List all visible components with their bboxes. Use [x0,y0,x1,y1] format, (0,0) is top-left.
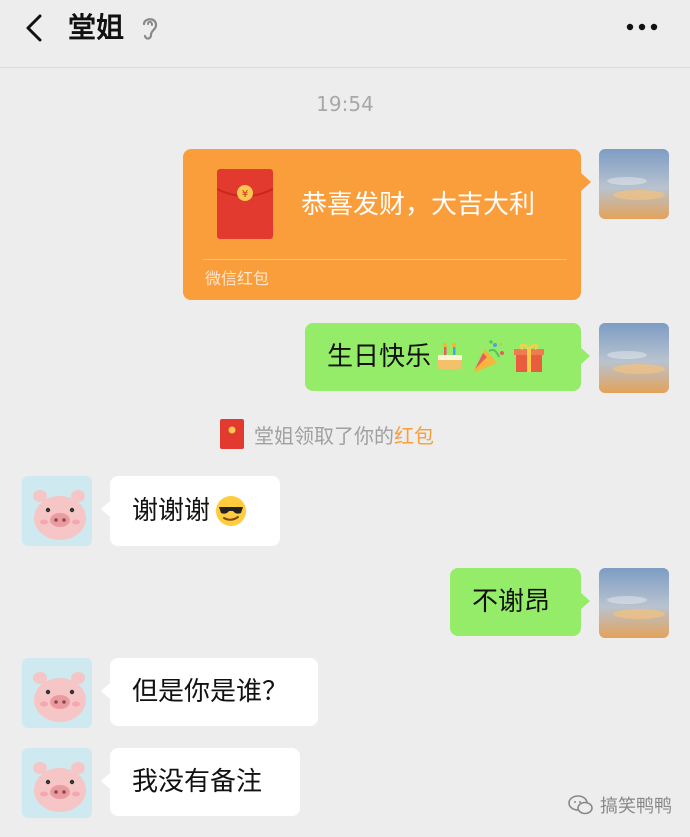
message-bubble-sent[interactable]: 不谢昂 [450,568,590,636]
ear-icon [142,18,158,40]
more-dots-icon[interactable] [622,12,662,42]
chat-title: 堂姐 [68,11,125,44]
message-text: 谢谢谢 [132,496,211,526]
message-bubble-received[interactable]: 谢谢谢 [101,476,280,546]
bubble-tail [101,772,111,790]
message-text: 不谢昂 [472,587,551,617]
chat-header: 堂姐 [0,0,690,68]
bubble-tail [101,682,111,700]
contact-avatar[interactable] [22,658,92,728]
message-text: 我没有备注 [132,767,263,797]
red-packet-message: 恭喜发财，大吉大利 [301,190,536,220]
bubble-tail [580,592,590,610]
message-text: 但是你是谁？ [132,677,289,707]
red-envelope-icon [220,419,244,449]
red-envelope-icon: ¥ [217,169,273,239]
bubble-tail [580,347,590,365]
gift-emoji [514,343,545,372]
wechat-logo-icon [568,795,593,815]
timestamp: 19:54 [316,92,374,116]
message-bubble-sent[interactable]: 生日快乐 [305,323,590,391]
system-message: 堂姐领取了你的 红包 [220,418,434,450]
message-text: 生日快乐 [327,342,432,372]
my-avatar[interactable] [599,149,669,219]
cake-emoji [438,343,463,369]
bubble-tail [581,173,591,191]
red-packet-card[interactable]: ¥ 恭喜发财，大吉大利 微信红包 [183,149,591,300]
message-bubble-received[interactable]: 但是你是谁？ [101,658,318,726]
contact-avatar[interactable] [22,748,92,818]
svg-text:¥: ¥ [242,189,248,200]
red-packet-divider [203,259,567,260]
message-bubble-received[interactable]: 我没有备注 [101,748,300,816]
watermark-text: 搞笑鸭鸭 [600,796,672,817]
my-avatar[interactable] [599,568,669,638]
red-packet-footer: 微信红包 [205,269,270,288]
red-packet-link[interactable]: 红包 [394,420,434,449]
contact-avatar[interactable] [22,476,92,546]
my-avatar[interactable] [599,323,669,393]
bubble-tail [101,500,111,518]
system-message-text: 堂姐领取了你的 [254,423,394,448]
party-popper-emoji [473,340,505,373]
sunglasses-face-emoji [216,496,247,526]
watermark: 搞笑鸭鸭 [568,792,672,818]
chevron-left-icon[interactable] [20,12,48,44]
